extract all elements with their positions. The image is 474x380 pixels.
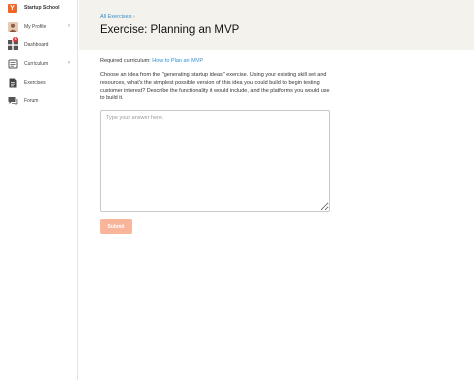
brand-name: Startup School (24, 5, 60, 11)
sidebar: Y Startup School My Profile › 4 Dashboar… (0, 0, 78, 380)
sidebar-item-label: Curriculum (24, 61, 49, 67)
breadcrumb: All Exercises › (100, 14, 135, 20)
sidebar-item-label: My Profile (24, 24, 47, 30)
sidebar-item-label: Dashboard (24, 42, 49, 48)
breadcrumb-link-all-exercises[interactable]: All Exercises (100, 14, 131, 20)
required-curriculum: Required curriculum: How to Plan an MVP (100, 58, 203, 64)
submit-button[interactable]: Submit (100, 219, 132, 234)
curriculum-link[interactable]: How to Plan an MVP (152, 58, 203, 64)
chevron-right-icon: › (68, 23, 70, 29)
sidebar-item-exercises[interactable]: Exercises (0, 76, 78, 90)
page-header: All Exercises › Exercise: Planning an MV… (79, 0, 474, 50)
curriculum-icon (8, 59, 18, 69)
forum-icon (8, 97, 18, 106)
exercise-prompt: Choose an idea from the "generating star… (100, 72, 330, 102)
sidebar-item-my-profile[interactable]: My Profile › (0, 20, 78, 34)
sidebar-item-label: Forum (24, 98, 39, 104)
page-title: Exercise: Planning an MVP (100, 24, 240, 36)
brand[interactable]: Y Startup School (0, 0, 78, 18)
profile-icon (8, 22, 18, 32)
sidebar-item-dashboard[interactable]: 4 Dashboard (0, 37, 78, 52)
sidebar-item-curriculum[interactable]: Curriculum › (0, 57, 78, 71)
notification-badge: 4 (13, 37, 18, 42)
answer-textarea[interactable] (100, 110, 330, 212)
breadcrumb-separator: › (133, 14, 135, 20)
sidebar-item-label: Exercises (24, 80, 46, 86)
exercises-icon (9, 78, 17, 88)
main-content: All Exercises › Exercise: Planning an MV… (79, 0, 474, 380)
required-curriculum-label: Required curriculum: (100, 58, 151, 64)
ycombinator-logo-icon: Y (8, 4, 17, 13)
chevron-right-icon: › (68, 60, 70, 66)
sidebar-item-forum[interactable]: Forum (0, 94, 78, 108)
